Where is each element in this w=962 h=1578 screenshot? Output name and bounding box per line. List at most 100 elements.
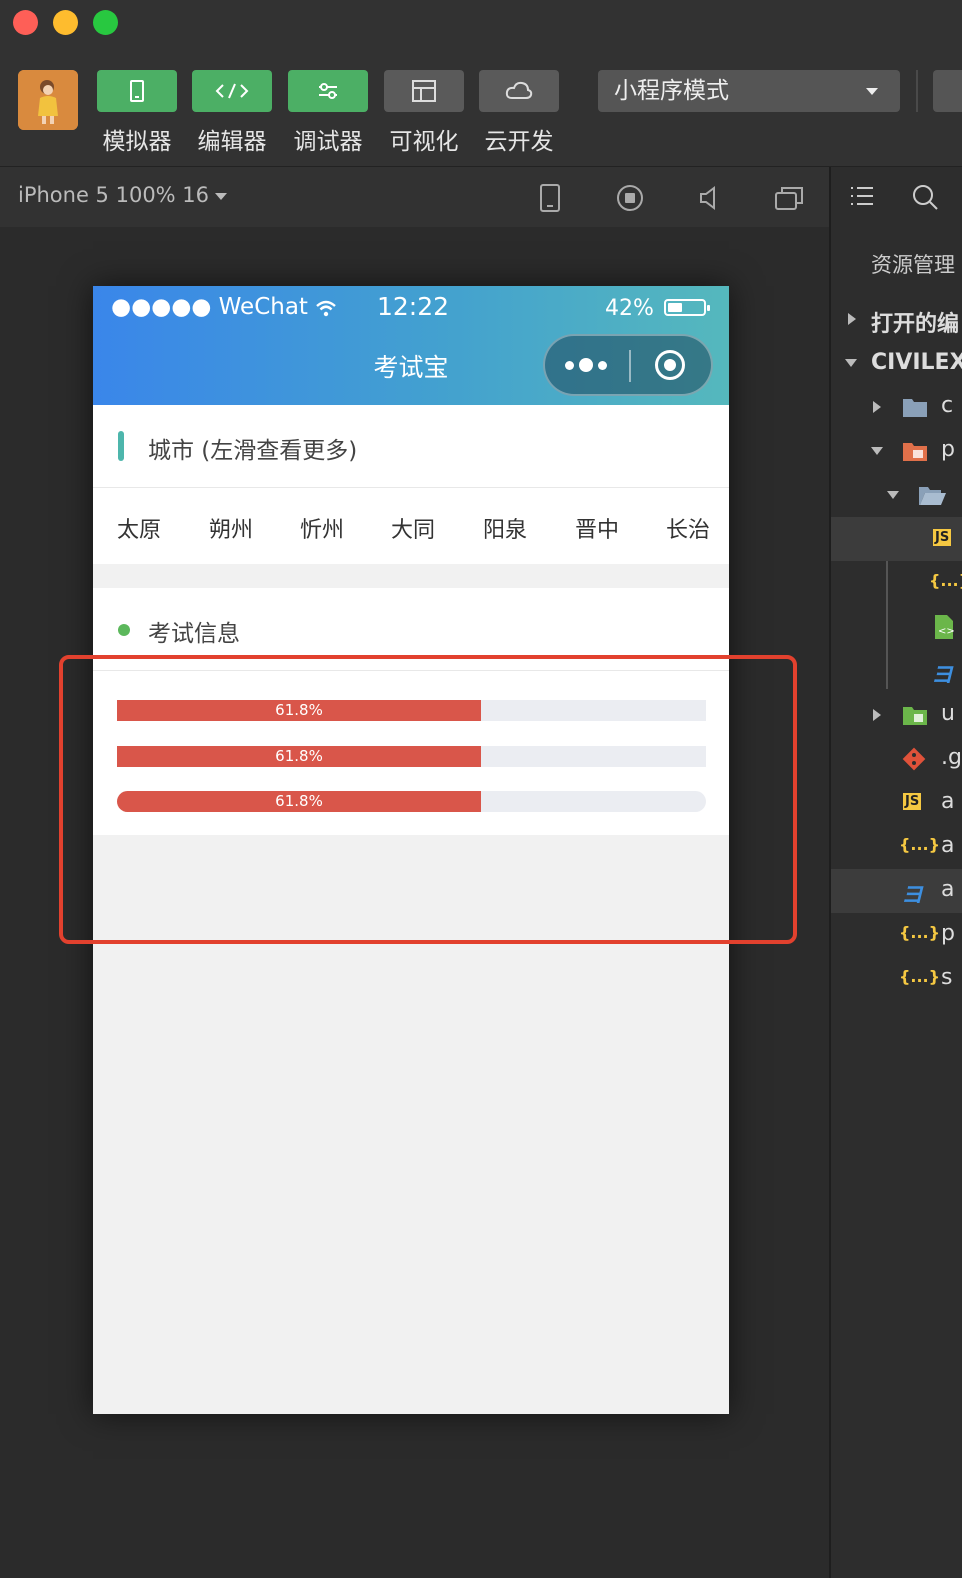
editor-label: 编辑器: [197, 129, 267, 155]
toolbar-divider: [916, 70, 918, 112]
cloud-tool[interactable]: 云开发: [479, 70, 559, 156]
battery-icon: [664, 299, 710, 316]
tree-item-label: a: [941, 789, 955, 814]
city-tab[interactable]: 朔州: [209, 512, 253, 544]
project-row[interactable]: CIVILEX: [831, 341, 962, 385]
minimize-window-button[interactable]: [53, 10, 78, 35]
user-avatar[interactable]: [18, 70, 78, 130]
phone-outline-icon: [540, 184, 560, 212]
stop-record-icon: [617, 185, 643, 211]
tree-item-folder[interactable]: c: [831, 385, 962, 429]
simulator-tool[interactable]: 模拟器: [97, 70, 177, 156]
volume-button[interactable]: [692, 181, 726, 215]
city-section-header: 城市 (左滑查看更多): [93, 405, 729, 488]
record-button[interactable]: [613, 181, 647, 215]
search-button[interactable]: [911, 183, 939, 215]
folder-utils-icon: [903, 707, 927, 725]
simulator-button[interactable]: [97, 70, 177, 112]
section-dot: [118, 624, 130, 636]
json-file-icon: {...}: [899, 967, 941, 986]
device-select[interactable]: iPhone 5 100% 16: [18, 183, 228, 207]
simulator-subbar: iPhone 5 100% 16: [0, 167, 830, 227]
open-editors-label: 打开的编: [871, 312, 960, 337]
debugger-label: 调试器: [293, 129, 363, 155]
tree-item-wxss[interactable]: ヨ: [831, 649, 962, 693]
tree-item-wxml[interactable]: <>: [831, 605, 962, 649]
open-folder-icon: [919, 487, 946, 505]
status-carrier: ●●●●● WeChat: [111, 294, 337, 320]
windows-icon: [775, 187, 803, 210]
search-icon: [913, 185, 938, 210]
project-label: CIVILEX: [871, 350, 962, 375]
wxss-file-icon: ヨ: [901, 883, 924, 908]
more-menu-icon[interactable]: [565, 358, 607, 372]
explorer-title: 资源管理: [871, 253, 955, 277]
tree-item-gitignore[interactable]: .g: [831, 737, 962, 781]
debugger-tool[interactable]: 调试器: [288, 70, 368, 156]
tree-item-utils-folder[interactable]: u: [831, 693, 962, 737]
tree-item-js-selected[interactable]: JS: [831, 517, 962, 561]
visual-tool[interactable]: 可视化: [384, 70, 464, 156]
tree-item-label: a: [941, 877, 955, 902]
tree-item-pages-folder[interactable]: p: [831, 429, 962, 473]
tree-item-label: c: [941, 393, 954, 418]
chevron-down-icon: [887, 491, 899, 499]
main-toolbar: 模拟器 编辑器 调试器 可视化 云开发 小程序模式: [0, 48, 962, 167]
code-icon: [215, 83, 249, 99]
wifi-icon: [316, 300, 337, 316]
debugger-button[interactable]: [288, 70, 368, 112]
rotate-device-button[interactable]: [533, 181, 567, 215]
device-select-value: iPhone 5 100% 16: [18, 183, 210, 207]
carrier-text: ●●●●● WeChat: [111, 294, 308, 320]
outline-icon-button[interactable]: [849, 184, 875, 212]
editor-tool[interactable]: 编辑器: [192, 70, 272, 156]
js-file-icon: JS: [903, 793, 922, 810]
city-tab[interactable]: 太原: [117, 512, 161, 544]
chevron-down-icon: [845, 359, 857, 367]
cloud-button[interactable]: [479, 70, 559, 112]
tree-item-label: p: [941, 437, 955, 462]
toolbar-overflow-button[interactable]: [933, 70, 962, 112]
tree-item-label: s: [941, 965, 953, 990]
svg-text:<>: <>: [938, 626, 955, 637]
chevron-down-icon: [866, 88, 878, 95]
editor-button[interactable]: [192, 70, 272, 112]
tree-item-project-config[interactable]: {...} p: [831, 913, 962, 957]
js-file-icon: JS: [933, 529, 952, 546]
mode-select[interactable]: 小程序模式: [598, 70, 900, 112]
city-tab[interactable]: 阳泉: [483, 512, 527, 544]
exam-info-header-text: 考试信息: [148, 621, 240, 647]
visual-label: 可视化: [389, 129, 459, 155]
visual-button[interactable]: [384, 70, 464, 112]
tree-item-label: p: [941, 921, 955, 946]
status-time: 12:22: [377, 292, 450, 321]
tree-item-label: u: [941, 701, 955, 726]
city-tab[interactable]: 晋中: [575, 512, 619, 544]
city-scroll-list[interactable]: 太原 朔州 忻州 大同 阳泉 晋中 长治: [93, 488, 729, 564]
tree-item-json[interactable]: {...}: [831, 561, 962, 605]
zoom-window-button[interactable]: [93, 10, 118, 35]
chevron-down-icon: [871, 447, 883, 455]
avatar-figure-icon: [18, 70, 78, 130]
list-icon: [851, 187, 873, 205]
open-editors-row[interactable]: 打开的编: [831, 297, 962, 341]
tree-item-app-json[interactable]: {...} a: [831, 825, 962, 869]
folder-icon: [903, 399, 927, 417]
close-miniprogram-icon[interactable]: [655, 350, 685, 380]
wxss-file-icon: ヨ: [931, 663, 954, 688]
tree-item-app-wxss[interactable]: ヨ a: [831, 869, 962, 913]
city-tab[interactable]: 大同: [391, 512, 435, 544]
city-tab[interactable]: 长治: [666, 512, 710, 544]
phone-navbar: ●●●●● WeChat 12:22 42% 考试宝: [93, 286, 729, 405]
tree-item-label: a: [941, 833, 955, 858]
cloud-icon: [505, 81, 533, 99]
json-file-icon: {...}: [899, 923, 941, 942]
close-window-button[interactable]: [13, 10, 38, 35]
detach-window-button[interactable]: [772, 181, 806, 215]
city-tab[interactable]: 忻州: [300, 512, 344, 544]
tree-item-subfolder[interactable]: [831, 473, 962, 517]
folder-pages-icon: [903, 443, 927, 461]
tree-item-app-js[interactable]: JS a: [831, 781, 962, 825]
tree-item-sitemap[interactable]: {...} s: [831, 957, 962, 1001]
tree-item-label: .g: [941, 745, 962, 770]
